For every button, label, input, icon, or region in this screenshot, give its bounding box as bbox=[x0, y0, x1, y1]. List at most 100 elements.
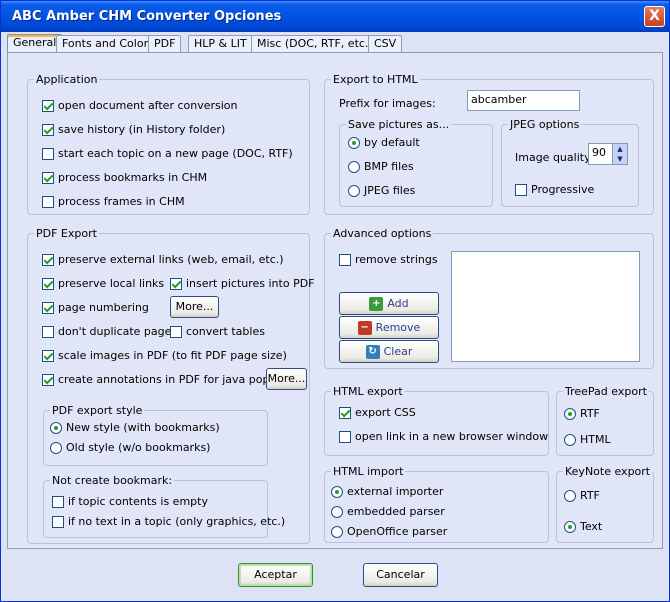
radio-circle[interactable] bbox=[564, 407, 576, 420]
preserve-external-links-checkbox[interactable]: preserve external links (web, email, etc… bbox=[42, 253, 284, 266]
treepad-export-group: TreePad export RTF HTML bbox=[556, 385, 654, 456]
bmp-files-radio[interactable]: BMP files bbox=[348, 160, 414, 173]
checkbox-box[interactable] bbox=[52, 495, 64, 508]
not-create-bookmark-group: Not create bookmark: if topic contents i… bbox=[43, 474, 285, 538]
checkbox-box[interactable] bbox=[42, 373, 54, 386]
preserve-external-links-label: preserve external links (web, email, etc… bbox=[58, 253, 284, 266]
page-numbering-more-button[interactable]: More... bbox=[170, 296, 219, 318]
add-button[interactable]: + Add bbox=[339, 292, 439, 315]
checkbox-box[interactable] bbox=[42, 325, 54, 338]
radio-circle[interactable] bbox=[564, 433, 576, 446]
open-link-new-window-label: open link in a new browser window bbox=[355, 430, 549, 443]
process-frames-checkbox[interactable]: process frames in CHM bbox=[42, 195, 185, 208]
checkbox-box[interactable] bbox=[42, 301, 54, 314]
treepad-rtf-label: RTF bbox=[580, 407, 600, 420]
close-button[interactable]: X bbox=[644, 6, 665, 27]
keynote-text-radio[interactable]: Text bbox=[564, 520, 602, 533]
checkbox-box[interactable] bbox=[42, 147, 54, 160]
jpeg-options-title: JPEG options bbox=[508, 118, 582, 131]
checkbox-box[interactable] bbox=[170, 325, 182, 338]
if-no-text-label: if no text in a topic (only graphics, et… bbox=[68, 515, 286, 528]
tab-csv[interactable]: CSV bbox=[368, 35, 403, 52]
advanced-options-title: Advanced options bbox=[331, 227, 434, 240]
open-link-new-window-checkbox[interactable]: open link in a new browser window bbox=[339, 430, 548, 443]
title-bar[interactable]: ABC Amber CHM Converter Opciones X bbox=[1, 1, 669, 32]
checkbox-box[interactable] bbox=[42, 277, 54, 290]
progressive-label: Progressive bbox=[531, 183, 595, 196]
insert-pictures-label: insert pictures into PDF bbox=[186, 277, 315, 290]
checkbox-box[interactable] bbox=[170, 277, 182, 290]
export-css-checkbox[interactable]: export CSS bbox=[339, 406, 416, 419]
keynote-export-title: KeyNote export bbox=[563, 465, 653, 478]
save-history-checkbox[interactable]: save history (in History folder) bbox=[42, 123, 225, 136]
radio-circle[interactable] bbox=[331, 485, 343, 498]
by-default-label: by default bbox=[364, 136, 420, 149]
checkbox-box[interactable] bbox=[42, 349, 54, 362]
remove-strings-checkbox[interactable]: remove strings bbox=[339, 253, 438, 266]
tab-misc[interactable]: Misc (DOC, RTF, etc.) bbox=[251, 35, 379, 52]
scale-images-checkbox[interactable]: scale images in PDF (to fit PDF page siz… bbox=[42, 349, 287, 362]
treepad-rtf-radio[interactable]: RTF bbox=[564, 407, 600, 420]
new-style-radio[interactable]: New style (with bookmarks) bbox=[50, 421, 220, 434]
cancel-button[interactable]: Cancelar bbox=[363, 563, 438, 587]
if-topic-empty-checkbox[interactable]: if topic contents is empty bbox=[52, 495, 208, 508]
if-topic-empty-label: if topic contents is empty bbox=[68, 495, 208, 508]
keynote-rtf-radio[interactable]: RTF bbox=[564, 489, 600, 502]
tab-pdf[interactable]: PDF bbox=[148, 35, 182, 52]
create-annotations-checkbox[interactable]: create annotations in PDF for java pop-u… bbox=[42, 373, 293, 386]
radio-circle[interactable] bbox=[348, 136, 360, 149]
progressive-checkbox[interactable]: Progressive bbox=[515, 183, 594, 196]
tab-general[interactable]: General bbox=[7, 34, 63, 53]
radio-circle[interactable] bbox=[348, 160, 360, 173]
if-no-text-checkbox[interactable]: if no text in a topic (only graphics, et… bbox=[52, 515, 285, 528]
remove-button[interactable]: − Remove bbox=[339, 316, 439, 339]
new-page-checkbox[interactable]: start each topic on a new page (DOC, RTF… bbox=[42, 147, 293, 160]
convert-tables-checkbox[interactable]: convert tables bbox=[170, 325, 265, 338]
radio-circle[interactable] bbox=[50, 441, 62, 454]
radio-circle[interactable] bbox=[348, 184, 360, 197]
embedded-parser-radio[interactable]: embedded parser bbox=[331, 505, 445, 518]
treepad-html-radio[interactable]: HTML bbox=[564, 433, 611, 446]
tab-hlp-lit[interactable]: HLP & LIT bbox=[188, 35, 253, 52]
old-style-radio[interactable]: Old style (w/o bookmarks) bbox=[50, 441, 210, 454]
by-default-radio[interactable]: by default bbox=[348, 136, 420, 149]
clear-button[interactable]: ↻ Clear bbox=[339, 340, 439, 363]
radio-circle[interactable] bbox=[331, 525, 343, 538]
radio-circle[interactable] bbox=[564, 489, 576, 502]
open-document-checkbox[interactable]: open document after conversion bbox=[42, 99, 238, 112]
preserve-local-links-checkbox[interactable]: preserve local links bbox=[42, 277, 164, 290]
checkbox-box[interactable] bbox=[339, 406, 351, 419]
checkbox-box[interactable] bbox=[339, 253, 351, 266]
checkbox-box[interactable] bbox=[42, 99, 54, 112]
image-quality-input[interactable]: 90 bbox=[588, 143, 613, 165]
checkbox-box[interactable] bbox=[42, 253, 54, 266]
create-annotations-label: create annotations in PDF for java pop-u… bbox=[58, 373, 294, 386]
accept-button[interactable]: Aceptar bbox=[238, 563, 313, 587]
checkbox-box[interactable] bbox=[339, 430, 351, 443]
page-numbering-checkbox[interactable]: page numbering bbox=[42, 301, 149, 314]
checkbox-box[interactable] bbox=[42, 171, 54, 184]
pdf-export-style-group: PDF export style New style (with bookmar… bbox=[43, 404, 268, 466]
checkbox-box[interactable] bbox=[42, 123, 54, 136]
prefix-images-input[interactable]: abcamber bbox=[467, 90, 580, 111]
dont-duplicate-checkbox[interactable]: don't duplicate pages bbox=[42, 325, 177, 338]
annotations-more-button[interactable]: More... bbox=[266, 368, 307, 390]
image-quality-spinner[interactable]: ▲ ▼ bbox=[613, 143, 628, 165]
radio-circle[interactable] bbox=[331, 505, 343, 518]
add-button-label: Add bbox=[387, 296, 409, 310]
insert-pictures-checkbox[interactable]: insert pictures into PDF bbox=[170, 277, 315, 290]
external-importer-radio[interactable]: external importer bbox=[331, 485, 443, 498]
remove-strings-list[interactable] bbox=[451, 251, 640, 362]
process-bookmarks-checkbox[interactable]: process bookmarks in CHM bbox=[42, 171, 207, 184]
checkbox-box[interactable] bbox=[515, 183, 527, 196]
radio-circle[interactable] bbox=[564, 520, 576, 533]
jpeg-files-radio[interactable]: JPEG files bbox=[348, 184, 415, 197]
openoffice-parser-radio[interactable]: OpenOffice parser bbox=[331, 525, 447, 538]
spin-up-icon[interactable]: ▲ bbox=[613, 144, 627, 154]
html-export-group: HTML export export CSS open link in a ne… bbox=[324, 385, 549, 456]
tab-fonts-and-colors[interactable]: Fonts and Colors bbox=[56, 35, 160, 52]
checkbox-box[interactable] bbox=[52, 515, 64, 528]
radio-circle[interactable] bbox=[50, 421, 62, 434]
spin-down-icon[interactable]: ▼ bbox=[613, 154, 627, 164]
checkbox-box[interactable] bbox=[42, 195, 54, 208]
